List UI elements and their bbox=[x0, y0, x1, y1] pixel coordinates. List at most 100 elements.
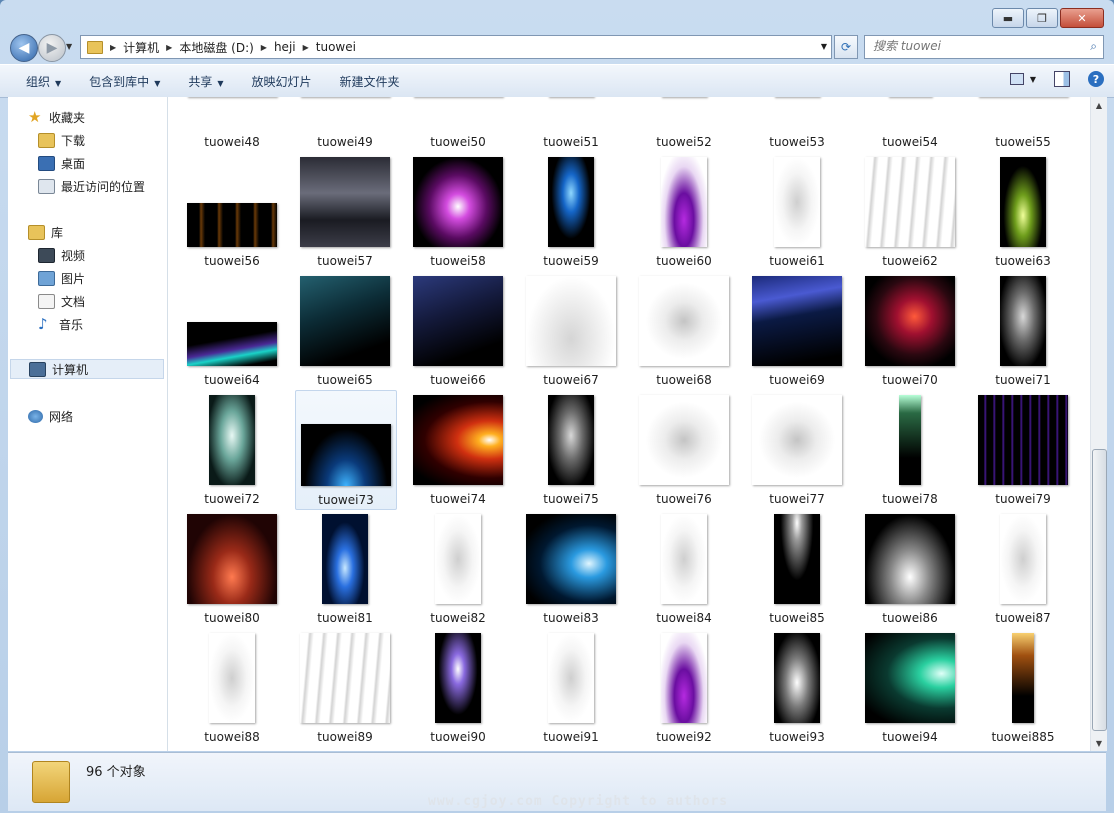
file-name: tuowei71 bbox=[995, 373, 1051, 387]
file-item[interactable]: tuowei63 bbox=[973, 152, 1073, 270]
file-item[interactable]: tuowei66 bbox=[408, 271, 508, 389]
scrollbar-thumb[interactable] bbox=[1092, 449, 1107, 731]
help-icon[interactable]: ? bbox=[1088, 71, 1104, 87]
recent-pages-dropdown[interactable]: ▼ bbox=[66, 42, 72, 51]
file-item[interactable]: tuowei64 bbox=[182, 271, 282, 389]
file-item[interactable]: tuowei88 bbox=[182, 628, 282, 746]
vertical-scrollbar[interactable]: ▲ ▼ bbox=[1090, 97, 1107, 751]
downloads-folder-icon bbox=[38, 132, 55, 148]
file-item[interactable]: tuowei62 bbox=[860, 152, 960, 270]
file-item[interactable]: tuowei50 bbox=[408, 97, 508, 151]
share-menu[interactable]: 共享 ▼ bbox=[174, 73, 237, 90]
nav-recent-places[interactable]: 最近访问的位置 bbox=[38, 176, 145, 196]
breadcrumb-item[interactable]: heji bbox=[274, 40, 296, 54]
image-thumbnail bbox=[413, 157, 503, 247]
search-box[interactable]: ⌕ bbox=[864, 35, 1104, 59]
include-in-library-menu[interactable]: 包含到库中 ▼ bbox=[75, 73, 174, 90]
view-options-button[interactable]: ▼ bbox=[1009, 73, 1036, 85]
file-item[interactable]: tuowei60 bbox=[634, 152, 734, 270]
file-item[interactable]: tuowei89 bbox=[295, 628, 395, 746]
documents-icon bbox=[38, 293, 55, 309]
nav-computer[interactable]: 计算机 bbox=[10, 359, 164, 379]
nav-desktop[interactable]: 桌面 bbox=[38, 153, 85, 173]
slideshow-button[interactable]: 放映幻灯片 bbox=[238, 73, 326, 90]
nav-music[interactable]: ♪ 音乐 bbox=[38, 314, 83, 334]
file-item[interactable]: tuowei52 bbox=[634, 97, 734, 151]
folder-icon bbox=[32, 761, 70, 803]
search-icon[interactable]: ⌕ bbox=[1090, 39, 1097, 54]
file-item[interactable]: tuowei76 bbox=[634, 390, 734, 508]
file-item[interactable]: tuowei91 bbox=[521, 628, 621, 746]
file-item[interactable]: tuowei86 bbox=[860, 509, 960, 627]
close-button[interactable]: ✕ bbox=[1060, 8, 1104, 28]
chevron-right-icon[interactable]: ▶ bbox=[303, 43, 309, 52]
minimize-button[interactable]: ▬ bbox=[992, 8, 1024, 28]
new-folder-button[interactable]: 新建文件夹 bbox=[326, 73, 414, 90]
file-item[interactable]: tuowei78 bbox=[860, 390, 960, 508]
file-item[interactable]: tuowei48 bbox=[182, 97, 282, 151]
file-item[interactable]: tuowei87 bbox=[973, 509, 1073, 627]
nav-network[interactable]: 网络 bbox=[28, 406, 73, 426]
file-item[interactable]: tuowei58 bbox=[408, 152, 508, 270]
preview-pane-icon[interactable] bbox=[1054, 71, 1070, 87]
file-item[interactable]: tuowei92 bbox=[634, 628, 734, 746]
scroll-up-icon[interactable]: ▲ bbox=[1091, 97, 1107, 113]
file-item[interactable]: tuowei69 bbox=[747, 271, 847, 389]
file-item[interactable]: tuowei82 bbox=[408, 509, 508, 627]
file-item[interactable]: tuowei93 bbox=[747, 628, 847, 746]
file-name: tuowei55 bbox=[995, 135, 1051, 149]
file-item[interactable]: tuowei68 bbox=[634, 271, 734, 389]
file-item[interactable]: tuowei65 bbox=[295, 271, 395, 389]
file-name: tuowei67 bbox=[543, 373, 599, 387]
chevron-right-icon[interactable]: ▶ bbox=[261, 43, 267, 52]
file-item[interactable]: tuowei59 bbox=[521, 152, 621, 270]
file-item[interactable]: tuowei83 bbox=[521, 509, 621, 627]
file-item[interactable]: tuowei94 bbox=[860, 628, 960, 746]
nav-libraries[interactable]: 库 bbox=[28, 222, 63, 242]
file-item[interactable]: tuowei57 bbox=[295, 152, 395, 270]
back-button[interactable]: ◀ bbox=[10, 34, 38, 62]
file-item[interactable]: tuowei54 bbox=[860, 97, 960, 151]
file-item[interactable]: tuowei77 bbox=[747, 390, 847, 508]
nav-videos[interactable]: 视频 bbox=[38, 245, 85, 265]
file-item[interactable]: tuowei885 bbox=[973, 628, 1073, 746]
file-item[interactable]: tuowei73 bbox=[295, 390, 397, 510]
nav-pictures[interactable]: 图片 bbox=[38, 268, 85, 288]
file-item[interactable]: tuowei85 bbox=[747, 509, 847, 627]
file-item[interactable]: tuowei70 bbox=[860, 271, 960, 389]
file-item[interactable]: tuowei79 bbox=[973, 390, 1073, 508]
nav-downloads[interactable]: 下载 bbox=[38, 130, 85, 150]
file-item[interactable]: tuowei49 bbox=[295, 97, 395, 151]
file-item[interactable]: tuowei74 bbox=[408, 390, 508, 508]
file-item[interactable]: tuowei80 bbox=[182, 509, 282, 627]
search-input[interactable] bbox=[865, 36, 1073, 56]
forward-button[interactable]: ▶ bbox=[38, 34, 66, 62]
chevron-right-icon[interactable]: ▶ bbox=[166, 43, 172, 52]
maximize-button[interactable]: ❐ bbox=[1026, 8, 1058, 28]
address-dropdown[interactable]: ▼ bbox=[821, 42, 827, 51]
scroll-down-icon[interactable]: ▼ bbox=[1091, 735, 1107, 751]
file-item[interactable]: tuowei84 bbox=[634, 509, 734, 627]
file-item[interactable]: tuowei90 bbox=[408, 628, 508, 746]
organize-menu[interactable]: 组织 ▼ bbox=[0, 73, 75, 90]
chevron-right-icon[interactable]: ▶ bbox=[110, 43, 116, 52]
file-item[interactable]: tuowei56 bbox=[182, 152, 282, 270]
file-item[interactable]: tuowei53 bbox=[747, 97, 847, 151]
nav-favorites[interactable]: ★ 收藏夹 bbox=[28, 107, 85, 127]
file-item[interactable]: tuowei67 bbox=[521, 271, 621, 389]
address-bar[interactable]: ▶ 计算机 ▶ 本地磁盘 (D:) ▶ heji ▶ tuowei ▼ bbox=[80, 35, 832, 59]
share-label: 共享 bbox=[188, 74, 213, 89]
file-item[interactable]: tuowei72 bbox=[182, 390, 282, 508]
nav-documents[interactable]: 文档 bbox=[38, 291, 85, 311]
breadcrumb-item[interactable]: tuowei bbox=[316, 40, 356, 54]
refresh-button[interactable]: ⟳ bbox=[834, 35, 858, 59]
file-item[interactable]: tuowei75 bbox=[521, 390, 621, 508]
image-thumbnail bbox=[639, 395, 729, 485]
file-item[interactable]: tuowei61 bbox=[747, 152, 847, 270]
file-item[interactable]: tuowei71 bbox=[973, 271, 1073, 389]
file-item[interactable]: tuowei55 bbox=[973, 97, 1073, 151]
breadcrumb-item[interactable]: 本地磁盘 (D:) bbox=[179, 39, 253, 56]
file-item[interactable]: tuowei81 bbox=[295, 509, 395, 627]
breadcrumb-item[interactable]: 计算机 bbox=[123, 39, 159, 56]
file-item[interactable]: tuowei51 bbox=[521, 97, 621, 151]
